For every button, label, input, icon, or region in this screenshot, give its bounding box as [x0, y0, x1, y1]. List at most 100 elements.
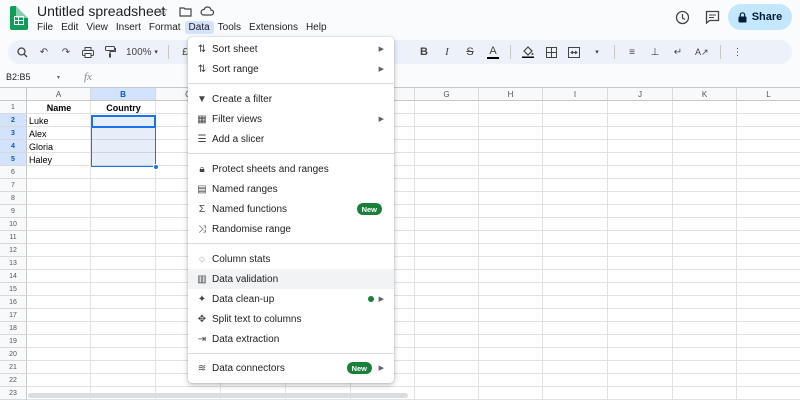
- row-header-11[interactable]: 11: [0, 231, 27, 244]
- select-all-corner[interactable]: [0, 88, 27, 101]
- row-header-18[interactable]: 18: [0, 322, 27, 335]
- cell-a4[interactable]: Gloria: [27, 140, 91, 153]
- active-cell-b2[interactable]: [91, 115, 156, 128]
- text-rotation-icon[interactable]: A↗: [695, 45, 709, 59]
- text-color-icon[interactable]: A: [487, 45, 499, 59]
- row-header-16[interactable]: 16: [0, 296, 27, 309]
- merge-dropdown-icon[interactable]: ▾: [591, 45, 603, 59]
- row-header-9[interactable]: 9: [0, 205, 27, 218]
- menu-item-named-functions[interactable]: Σ Named functions New: [188, 199, 394, 219]
- menu-item-column-stats[interactable]: ◌ Column stats: [188, 249, 394, 269]
- row-header-8[interactable]: 8: [0, 192, 27, 205]
- share-button[interactable]: Share: [728, 4, 792, 30]
- merge-cells-icon[interactable]: [568, 45, 580, 59]
- row-header-19[interactable]: 19: [0, 335, 27, 348]
- menu-item-sort-range[interactable]: ⇅ Sort range ▶: [188, 59, 394, 79]
- bold-icon[interactable]: B: [418, 45, 430, 59]
- filter-views-icon: ▦: [197, 113, 207, 125]
- comments-icon[interactable]: [704, 9, 720, 25]
- menu-item-split-text-to-columns[interactable]: ✥ Split text to columns: [188, 309, 394, 329]
- strikethrough-icon[interactable]: S: [464, 45, 476, 59]
- menu-file[interactable]: File: [33, 21, 57, 34]
- row-header-15[interactable]: 15: [0, 283, 27, 296]
- cloud-status-icon[interactable]: [200, 4, 214, 18]
- row-header-23[interactable]: 23: [0, 387, 27, 400]
- row-header-3[interactable]: 3: [0, 127, 27, 140]
- gridline: [672, 101, 673, 400]
- menu-data[interactable]: Data: [184, 21, 214, 34]
- column-header-a[interactable]: A: [27, 88, 91, 101]
- menu-extensions[interactable]: Extensions: [245, 21, 302, 34]
- horizontal-scrollbar[interactable]: [28, 393, 408, 398]
- cell-a3[interactable]: Alex: [27, 127, 91, 140]
- history-icon[interactable]: [674, 9, 690, 25]
- column-header-k[interactable]: K: [673, 88, 737, 101]
- toolbar-divider: [719, 45, 721, 59]
- menu-item-protect-sheets-and-ranges[interactable]: 🔒︎ Protect sheets and ranges: [188, 159, 394, 179]
- paint-format-icon[interactable]: [104, 45, 116, 59]
- row-header-6[interactable]: 6: [0, 166, 27, 179]
- row-header-17[interactable]: 17: [0, 309, 27, 322]
- row-header-7[interactable]: 7: [0, 179, 27, 192]
- row-header-10[interactable]: 10: [0, 218, 27, 231]
- name-box-value: B2:B5: [6, 72, 31, 82]
- document-title[interactable]: Untitled spreadsheet: [37, 3, 165, 19]
- fill-handle[interactable]: [153, 164, 159, 170]
- row-header-13[interactable]: 13: [0, 257, 27, 270]
- menu-edit[interactable]: Edit: [57, 21, 82, 34]
- menu-item-data-connectors[interactable]: ≋ Data connectors New ▶: [188, 358, 394, 378]
- cell-a2[interactable]: Luke: [27, 114, 91, 127]
- menu-item-filter-views[interactable]: ▦ Filter views ▶: [188, 109, 394, 129]
- cell-a1[interactable]: Name: [27, 101, 91, 114]
- column-header-i[interactable]: I: [543, 88, 608, 101]
- menu-format[interactable]: Format: [145, 21, 185, 34]
- cell-b1[interactable]: Country: [91, 101, 156, 114]
- redo-icon[interactable]: ↷: [60, 45, 72, 59]
- menu-item-create-a-filter[interactable]: ▼ Create a filter: [188, 89, 394, 109]
- row-header-5[interactable]: 5: [0, 153, 27, 166]
- gridline: [27, 347, 800, 348]
- menu-item-data-validation[interactable]: ▥ Data validation: [188, 269, 394, 289]
- column-header-h[interactable]: H: [479, 88, 543, 101]
- row-header-4[interactable]: 4: [0, 140, 27, 153]
- row-header-22[interactable]: 22: [0, 374, 27, 387]
- cell-a5[interactable]: Haley: [27, 153, 91, 166]
- menu-insert[interactable]: Insert: [112, 21, 145, 34]
- horizontal-align-icon[interactable]: ≡: [626, 45, 638, 59]
- fill-color-icon[interactable]: [522, 45, 534, 59]
- star-icon[interactable]: ☆: [156, 4, 170, 18]
- more-options-icon[interactable]: ⋮: [732, 45, 744, 59]
- menu-item-named-ranges[interactable]: ▤ Named ranges: [188, 179, 394, 199]
- menu-item-add-a-slicer[interactable]: ☰ Add a slicer: [188, 129, 394, 149]
- name-box[interactable]: B2:B5 ▾: [0, 72, 64, 82]
- menu-item-sort-sheet[interactable]: ⇅ Sort sheet ▶: [188, 39, 394, 59]
- row-header-2[interactable]: 2: [0, 114, 27, 127]
- row-header-1[interactable]: 1: [0, 101, 27, 114]
- menu-tools[interactable]: Tools: [214, 21, 245, 34]
- search-menus-icon[interactable]: [16, 45, 28, 59]
- zoom-select[interactable]: 100% ▾: [126, 45, 158, 59]
- row-header-14[interactable]: 14: [0, 270, 27, 283]
- row-header-21[interactable]: 21: [0, 361, 27, 374]
- menu-item-data-clean-up[interactable]: ✦ Data clean-up ▶: [188, 289, 394, 309]
- borders-icon[interactable]: [545, 45, 557, 59]
- text-wrap-icon[interactable]: ↵: [672, 45, 684, 59]
- sheets-logo-icon[interactable]: [10, 6, 28, 30]
- menu-view[interactable]: View: [82, 21, 112, 34]
- menu-item-randomise-range[interactable]: ⤨ Randomise range: [188, 219, 394, 239]
- vertical-align-icon[interactable]: ⊥: [649, 45, 661, 59]
- column-header-b[interactable]: B: [91, 88, 156, 101]
- spreadsheet-grid[interactable]: ABCDEFGHIJKL1234567891011121314151617181…: [0, 87, 800, 400]
- column-header-j[interactable]: J: [608, 88, 673, 101]
- row-header-20[interactable]: 20: [0, 348, 27, 361]
- italic-icon[interactable]: I: [441, 45, 453, 59]
- print-icon[interactable]: [82, 45, 94, 59]
- column-header-g[interactable]: G: [415, 88, 479, 101]
- row-header-12[interactable]: 12: [0, 244, 27, 257]
- gridline: [27, 269, 800, 270]
- column-header-l[interactable]: L: [737, 88, 800, 101]
- menu-help[interactable]: Help: [302, 21, 331, 34]
- move-folder-icon[interactable]: [178, 4, 192, 18]
- undo-icon[interactable]: ↶: [38, 45, 50, 59]
- menu-item-data-extraction[interactable]: ⇥ Data extraction: [188, 329, 394, 349]
